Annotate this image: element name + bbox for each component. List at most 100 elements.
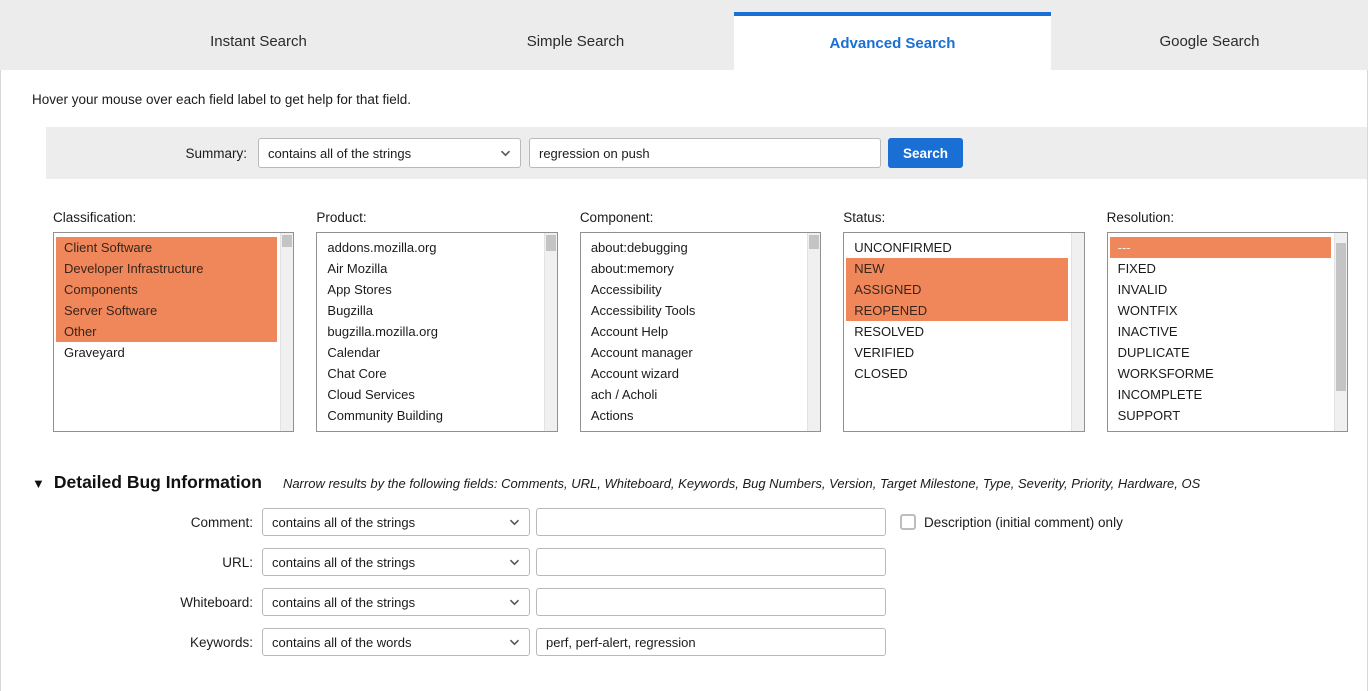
tab-google-search[interactable]: Google Search — [1051, 12, 1368, 70]
description-only-checkbox[interactable] — [900, 514, 916, 530]
chevron-down-icon — [500, 150, 511, 157]
select-value: contains all of the words — [272, 634, 412, 650]
status-label: Status: — [843, 210, 886, 225]
tab-instant-search[interactable]: Instant Search — [100, 12, 417, 70]
classification-options: Client Software Developer Infrastructure C… — [54, 233, 279, 363]
keywords-input[interactable] — [536, 628, 886, 656]
scrollbar-thumb[interactable] — [282, 235, 293, 247]
option-components[interactable]: Components — [56, 279, 278, 300]
section-title: Detailed Bug Information — [53, 472, 262, 492]
help-text: Hover your mouse over each field label t… — [32, 92, 411, 107]
select-value: contains all of the strings — [272, 554, 416, 570]
component-field: Component: about:debugging about:memory Acc… — [579, 210, 822, 432]
url-input[interactable] — [536, 548, 886, 576]
option-unconfirmed[interactable]: UNCONFIRMED — [846, 237, 1067, 258]
scrollbar-thumb[interactable] — [545, 235, 556, 251]
option-inactive[interactable]: INACTIVE — [1110, 321, 1331, 342]
classification-listbox[interactable]: Client Software Developer Infrastructure C… — [53, 232, 295, 432]
url-match-select[interactable]: contains all of the strings — [262, 548, 530, 576]
search-button[interactable]: Search — [888, 138, 964, 168]
resolution-listbox[interactable]: --- FIXED INVALID WONTFIX INACTIVE DUPLICATE W… — [1106, 232, 1349, 432]
resolution-field: Resolution: --- FIXED INVALID WONTFIX INACTIV… — [1106, 210, 1349, 432]
option-accessibility[interactable]: Accessibility — [583, 279, 804, 300]
option-wontfix[interactable]: WONTFIX — [1110, 300, 1331, 321]
select-value: contains all of the strings — [272, 594, 416, 610]
advanced-search-panel: Hover your mouse over each field label t… — [0, 70, 1368, 691]
resolution-label: Resolution: — [1106, 210, 1175, 225]
option-server-software[interactable]: Server Software — [56, 300, 278, 321]
component-options: about:debugging about:memory Accessibility… — [581, 233, 806, 426]
product-listbox[interactable]: addons.mozilla.org Air Mozilla App Stores B… — [316, 232, 558, 432]
option-verified[interactable]: VERIFIED — [846, 342, 1067, 363]
option-addons-mozilla-org[interactable]: addons.mozilla.org — [319, 237, 540, 258]
option-account-wizard[interactable]: Account wizard — [583, 363, 804, 384]
scrollbar[interactable] — [543, 233, 557, 431]
option-developer-infrastructure[interactable]: Developer Infrastructure — [56, 258, 278, 279]
option-bugzilla[interactable]: Bugzilla — [319, 300, 540, 321]
component-listbox[interactable]: about:debugging about:memory Accessibility… — [579, 232, 822, 432]
product-options: addons.mozilla.org Air Mozilla App Stores B… — [317, 233, 542, 426]
option-app-stores[interactable]: App Stores — [319, 279, 540, 300]
tab-advanced-search[interactable]: Advanced Search — [734, 12, 1051, 70]
tab-simple-search[interactable]: Simple Search — [417, 12, 734, 70]
summary-match-select[interactable]: contains all of the strings — [258, 138, 521, 168]
option-none[interactable]: --- — [1109, 237, 1332, 258]
option-worksforme[interactable]: WORKSFORME — [1110, 363, 1331, 384]
option-incomplete[interactable]: INCOMPLETE — [1110, 384, 1331, 405]
whiteboard-input[interactable] — [536, 588, 886, 616]
scrollbar-thumb[interactable] — [1336, 243, 1347, 391]
component-label: Component: — [579, 210, 654, 225]
option-invalid[interactable]: INVALID — [1110, 279, 1331, 300]
url-label: URL: — [222, 554, 253, 570]
whiteboard-label: Whiteboard: — [180, 594, 253, 610]
description-only-checkbox-label[interactable]: Description (initial comment) only — [924, 515, 1123, 530]
comment-input[interactable] — [536, 508, 886, 536]
section-note: Narrow results by the following fields: … — [282, 476, 1201, 491]
option-graveyard[interactable]: Graveyard — [56, 342, 277, 363]
comment-match-select[interactable]: contains all of the strings — [262, 508, 530, 536]
option-about-debugging[interactable]: about:debugging — [583, 237, 804, 258]
keywords-match-select[interactable]: contains all of the words — [262, 628, 530, 656]
scrollbar[interactable] — [280, 233, 294, 431]
option-cloud-services[interactable]: Cloud Services — [319, 384, 540, 405]
chevron-down-icon — [509, 599, 520, 606]
option-other[interactable]: Other — [56, 321, 278, 342]
scrollbar[interactable] — [807, 233, 821, 431]
option-client-software[interactable]: Client Software — [56, 237, 278, 258]
option-ach-acholi[interactable]: ach / Acholi — [583, 384, 804, 405]
status-field: Status: UNCONFIRMED NEW ASSIGNED REOPENED RES… — [843, 210, 1085, 432]
status-listbox[interactable]: UNCONFIRMED NEW ASSIGNED REOPENED RESOLVED VE… — [843, 232, 1085, 432]
scrollbar[interactable] — [1070, 233, 1084, 431]
option-new[interactable]: NEW — [846, 258, 1068, 279]
option-duplicate[interactable]: DUPLICATE — [1110, 342, 1331, 363]
option-air-mozilla[interactable]: Air Mozilla — [319, 258, 540, 279]
option-support[interactable]: SUPPORT — [1110, 405, 1331, 426]
collapse-arrow-icon[interactable]: ▼ — [32, 476, 45, 491]
option-fixed[interactable]: FIXED — [1110, 258, 1331, 279]
summary-input[interactable] — [529, 138, 881, 168]
option-account-manager[interactable]: Account manager — [583, 342, 804, 363]
option-about-memory[interactable]: about:memory — [583, 258, 804, 279]
option-bugzilla-mozilla-org[interactable]: bugzilla.mozilla.org — [319, 321, 540, 342]
option-chat-core[interactable]: Chat Core — [319, 363, 540, 384]
option-community-building[interactable]: Community Building — [319, 405, 540, 426]
chevron-down-icon — [509, 639, 520, 646]
scrollbar-thumb[interactable] — [809, 235, 820, 249]
classification-label: Classification: — [53, 210, 137, 225]
option-account-help[interactable]: Account Help — [583, 321, 804, 342]
summary-label: Summary: — [185, 145, 247, 161]
option-assigned[interactable]: ASSIGNED — [846, 279, 1068, 300]
detailed-bug-information-header[interactable]: ▼ Detailed Bug Information Narrow result… — [32, 472, 1367, 493]
option-calendar[interactable]: Calendar — [319, 342, 540, 363]
chevron-down-icon — [509, 519, 520, 526]
option-reopened[interactable]: REOPENED — [846, 300, 1068, 321]
option-closed[interactable]: CLOSED — [846, 363, 1067, 384]
scrollbar[interactable] — [1334, 233, 1348, 431]
option-resolved[interactable]: RESOLVED — [846, 321, 1067, 342]
option-accessibility-tools[interactable]: Accessibility Tools — [583, 300, 804, 321]
comment-row: Comment: contains all of the strings Descr… — [1, 508, 1367, 536]
option-actions[interactable]: Actions — [583, 405, 804, 426]
filter-listboxes: Classification: Client Software Developer … — [53, 210, 1349, 432]
whiteboard-match-select[interactable]: contains all of the strings — [262, 588, 530, 616]
select-value: contains all of the strings — [272, 514, 416, 530]
